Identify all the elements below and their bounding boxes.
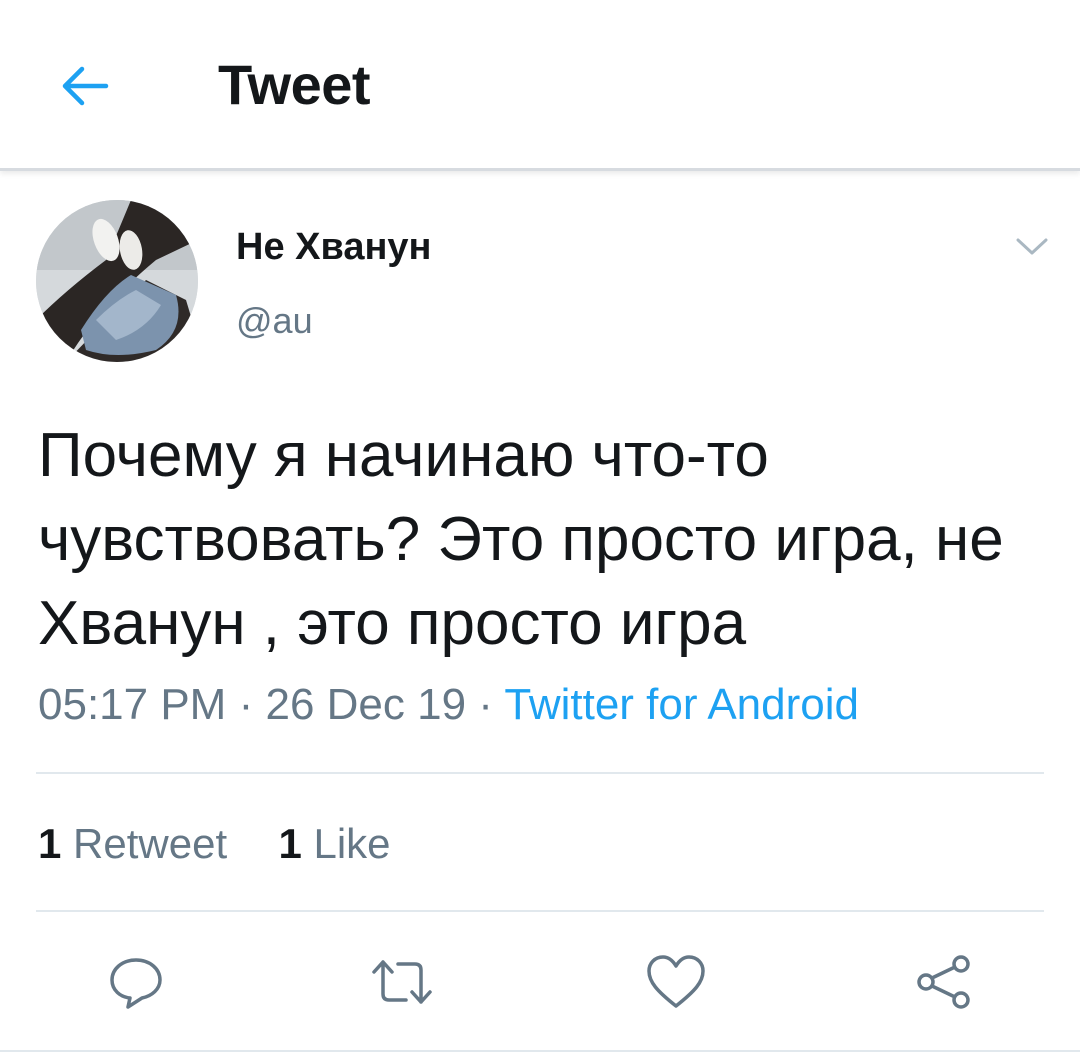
avatar-photo [36,200,198,362]
likes-count: 1 [278,820,302,867]
display-name[interactable]: Не Хванун [236,226,432,269]
tweet-time: 05:17 PM [38,680,227,729]
retweet-button[interactable] [370,950,434,1014]
retweets-label: Retweet [73,820,228,867]
heart-icon [647,955,705,1008]
tweet-source-link[interactable]: Twitter for Android [504,680,859,729]
meta-separator: · [478,680,493,729]
like-button[interactable] [644,950,708,1014]
likes-label: Like [313,820,391,867]
arrow-left-icon [62,66,109,106]
share-icon [917,955,970,1009]
retweets-count: 1 [38,820,62,867]
avatar[interactable] [36,200,198,362]
page-title: Tweet [218,53,371,116]
retweet-icon [372,960,432,1004]
chevron-down-icon [1016,238,1048,255]
likes-stat[interactable]: 1 Like [278,820,390,867]
divider [36,772,1044,774]
meta-separator: · [238,680,254,729]
back-button[interactable] [52,54,116,118]
tweet-date: 26 Dec 19 [265,680,467,729]
divider [36,910,1044,912]
top-app-bar: Tweet [0,0,1080,171]
divider [0,1050,1080,1052]
engagement-stats: 1 Retweet 1 Like [38,820,391,868]
tweet-menu-button[interactable] [1012,228,1052,264]
share-button[interactable] [912,950,976,1014]
tweet-text: Почему я начинаю что-то чувствовать? Это… [38,421,1004,658]
user-handle[interactable]: @au [236,300,313,342]
reply-button[interactable] [104,950,168,1014]
tweet-metadata: 05:17 PM · 26 Dec 19 · Twitter for Andro… [38,680,859,730]
retweets-stat[interactable]: 1 Retweet [38,820,239,867]
reply-icon [110,958,162,1009]
